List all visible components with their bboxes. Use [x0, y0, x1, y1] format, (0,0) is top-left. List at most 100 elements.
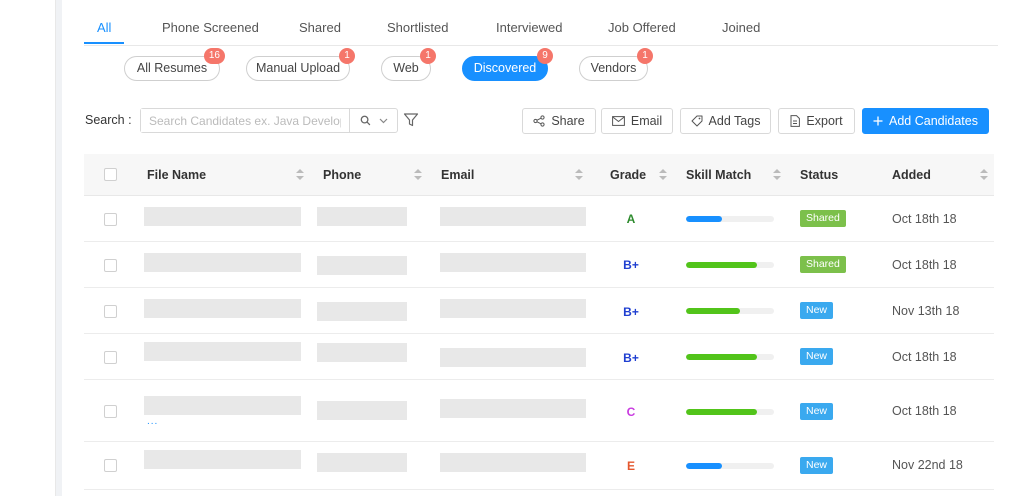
filter-label: Web: [393, 61, 419, 75]
filter-label: Manual Upload: [255, 61, 341, 75]
phone-redacted: [317, 256, 407, 275]
search-box: [140, 108, 398, 133]
row-checkbox[interactable]: [104, 351, 117, 364]
grade-value: C: [626, 405, 636, 419]
status-badge: Shared: [800, 210, 846, 227]
row-checkbox[interactable]: [104, 213, 117, 226]
tab-phone-screened[interactable]: Phone Screened: [162, 20, 259, 35]
row-checkbox[interactable]: [104, 405, 117, 418]
share-button[interactable]: Share: [522, 108, 596, 134]
grade-value: B+: [623, 258, 639, 272]
table-row[interactable]: B+ New Oct 18th 18: [84, 334, 994, 380]
column-status[interactable]: Status: [800, 168, 838, 182]
column-email[interactable]: Email: [441, 168, 474, 182]
email-redacted: [440, 207, 586, 226]
file-name-overflow: ...: [147, 416, 159, 427]
skill-match-fill: [686, 463, 723, 469]
sort-icon[interactable]: [980, 169, 988, 181]
phone-redacted: [317, 453, 407, 472]
export-button[interactable]: Export: [778, 108, 855, 134]
add-tags-button[interactable]: Add Tags: [680, 108, 771, 134]
table-row[interactable]: A Shared Oct 18th 18: [84, 196, 994, 242]
added-date: Oct 18th 18: [892, 258, 957, 272]
candidates-panel: All Phone Screened Shared Shortlisted In…: [62, 0, 1024, 496]
tag-icon: [691, 115, 703, 127]
filter-label: All Resumes: [136, 61, 208, 75]
phone-redacted: [317, 207, 407, 226]
email-redacted: [440, 348, 586, 367]
tab-job-offered[interactable]: Job Offered: [608, 20, 676, 35]
row-checkbox[interactable]: [104, 459, 117, 472]
add-candidates-label: Add Candidates: [889, 114, 978, 128]
phone-redacted: [317, 343, 407, 362]
filter-funnel-icon[interactable]: [403, 112, 419, 128]
email-redacted: [440, 399, 586, 418]
table-row[interactable]: B+ Shared Oct 18th 18: [84, 242, 994, 288]
sort-icon[interactable]: [659, 169, 667, 181]
file-name-redacted: [144, 253, 301, 272]
row-checkbox[interactable]: [104, 305, 117, 318]
file-name-redacted: [144, 299, 301, 318]
skill-match-bar: [686, 354, 774, 360]
tab-all[interactable]: All: [97, 20, 111, 35]
filter-label: Discovered: [473, 61, 537, 75]
grade-value: B+: [623, 351, 639, 365]
table-header: File Name Phone Email Grade Skill Match …: [84, 154, 994, 196]
phone-redacted: [317, 401, 407, 420]
count-badge: 16: [203, 48, 225, 64]
table-row[interactable]: B+ New Nov 13th 18: [84, 288, 994, 334]
skill-match-bar: [686, 463, 774, 469]
skill-match-bar: [686, 216, 774, 222]
sort-icon[interactable]: [773, 169, 781, 181]
file-name-redacted: [144, 207, 301, 226]
grade-value: A: [626, 212, 636, 226]
column-phone[interactable]: Phone: [323, 168, 361, 182]
skill-match-bar: [686, 262, 774, 268]
column-added[interactable]: Added: [892, 168, 931, 182]
chevron-down-icon: [379, 118, 387, 123]
email-button[interactable]: Email: [601, 108, 673, 134]
file-name-redacted: [144, 450, 301, 469]
tab-shortlisted[interactable]: Shortlisted: [387, 20, 448, 35]
filter-label: Vendors: [590, 61, 637, 75]
table-row[interactable]: ... C New Oct 18th 18: [84, 380, 994, 442]
sort-icon[interactable]: [414, 169, 422, 181]
sort-icon[interactable]: [296, 169, 304, 181]
status-badge: New: [800, 348, 834, 365]
status-badge: New: [800, 403, 834, 420]
row-checkbox[interactable]: [104, 259, 117, 272]
search-button[interactable]: [349, 109, 397, 132]
skill-match-fill: [686, 216, 723, 222]
added-date: Oct 18th 18: [892, 212, 957, 226]
status-badge: New: [800, 457, 834, 474]
tab-joined[interactable]: Joined: [722, 20, 760, 35]
count-badge: 1: [339, 48, 355, 64]
grade-value: B+: [623, 305, 639, 319]
added-date: Nov 22nd 18: [892, 458, 963, 472]
share-label: Share: [551, 114, 585, 128]
filter-web[interactable]: Web 1: [381, 48, 436, 81]
skill-match-bar: [686, 308, 774, 314]
column-file-name[interactable]: File Name: [147, 168, 206, 182]
tab-shared[interactable]: Shared: [299, 20, 341, 35]
skill-match-bar: [686, 409, 774, 415]
filter-manual-upload[interactable]: Manual Upload 1: [246, 48, 355, 81]
status-badge: New: [800, 302, 834, 319]
table-row[interactable]: E New Nov 22nd 18: [84, 442, 994, 490]
search-input[interactable]: [141, 109, 349, 132]
add-candidates-button[interactable]: Add Candidates: [862, 108, 989, 134]
filter-all-resumes[interactable]: All Resumes 16: [124, 48, 225, 81]
filter-vendors[interactable]: Vendors 1: [579, 48, 653, 81]
sort-icon[interactable]: [575, 169, 583, 181]
skill-match-fill: [686, 354, 758, 360]
grade-value: E: [626, 459, 635, 473]
column-skill-match[interactable]: Skill Match: [686, 168, 751, 182]
filter-discovered[interactable]: Discovered 9: [462, 48, 553, 81]
select-all-checkbox[interactable]: [104, 168, 117, 181]
export-label: Export: [806, 114, 843, 128]
share-icon: [533, 115, 545, 127]
column-grade[interactable]: Grade: [610, 168, 646, 182]
count-badge: 1: [637, 48, 653, 64]
email-label: Email: [630, 114, 663, 128]
tab-interviewed[interactable]: Interviewed: [496, 20, 562, 35]
